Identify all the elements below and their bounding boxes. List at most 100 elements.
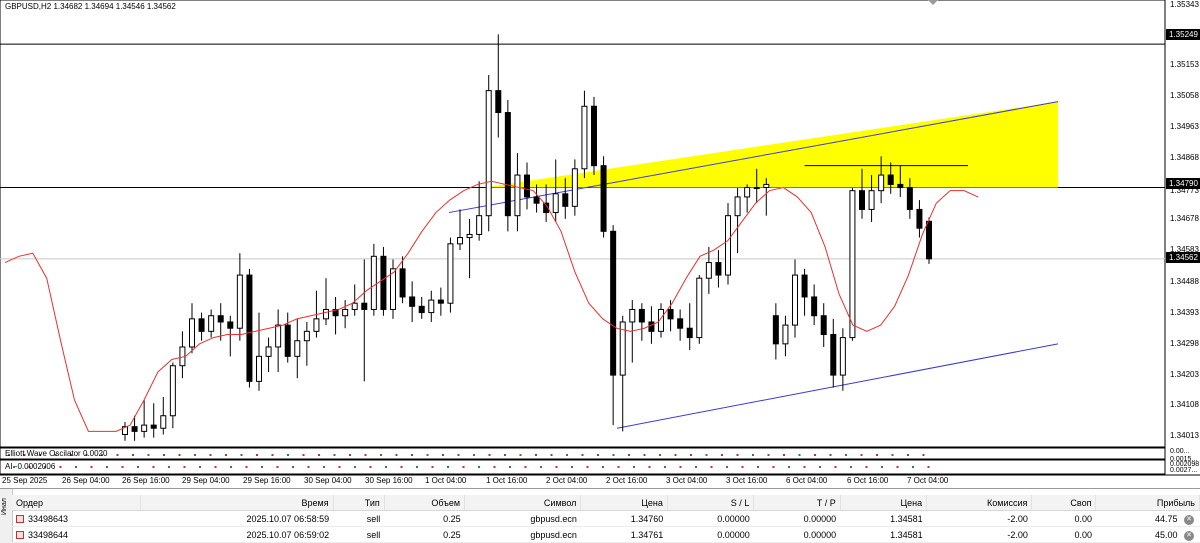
ewo-dot	[798, 454, 801, 456]
col-order[interactable]: Ордер	[12, 495, 141, 511]
ai-dot	[323, 466, 325, 468]
ewo-dot	[240, 454, 243, 456]
candle-body	[351, 302, 358, 310]
ai-dot	[168, 466, 170, 468]
candle-body	[830, 333, 837, 376]
ewo-dot	[907, 454, 909, 456]
candle-body	[323, 308, 329, 320]
candle-body	[256, 355, 262, 382]
candle-body	[294, 340, 301, 357]
candle-body	[677, 318, 684, 329]
ewo-dot	[318, 454, 320, 456]
col-symbol[interactable]: Символ	[464, 495, 582, 511]
order-time: 2025.10.07 06:59:02	[140, 526, 334, 543]
ai-dot	[152, 466, 155, 468]
col-sl[interactable]: S / L	[667, 495, 755, 511]
time-tick: 26 Sep 04:00	[62, 476, 110, 485]
col-swap[interactable]: Своп	[1031, 495, 1097, 511]
candle-body	[504, 112, 511, 217]
order-current-price: 1.34581	[840, 526, 927, 543]
candle-body	[772, 315, 779, 345]
ai-dot	[199, 466, 201, 468]
candle-body	[887, 174, 894, 185]
ewo-dot	[395, 454, 398, 456]
candle-body	[916, 208, 923, 229]
ewo-dot	[504, 454, 506, 456]
chart-area[interactable]: GBPUSD,H2 1.34682 1.34694 1.34546 1.3456…	[0, 0, 1200, 488]
ewo-dot	[581, 454, 584, 456]
candle-body	[715, 262, 722, 276]
col-commission[interactable]: Комиссия	[926, 495, 1033, 511]
toolbox-side-label: Инал	[1, 498, 8, 515]
col-tp[interactable]: T / P	[753, 495, 841, 511]
ewo-dot	[333, 454, 336, 456]
candle-body	[342, 308, 349, 317]
candle-body	[734, 196, 741, 217]
ai-dot	[121, 466, 124, 468]
ewo-dot	[302, 454, 305, 456]
ai-dot	[524, 466, 527, 468]
ewo-dot	[194, 454, 196, 456]
ai-dot	[416, 466, 418, 468]
close-order-icon[interactable]: ✕	[1184, 515, 1194, 525]
close-order-icon[interactable]: ✕	[1184, 531, 1194, 541]
order-commission: -2.00	[926, 526, 1032, 543]
price-tick: 1.34868	[1170, 153, 1199, 162]
ewo-dot	[721, 454, 723, 456]
candle-body	[705, 262, 712, 279]
ewo-dot	[597, 454, 599, 456]
order-type: sell	[333, 510, 385, 527]
ewo-dot	[163, 454, 165, 456]
ewo-dot	[767, 454, 770, 456]
col-volume[interactable]: Объем	[384, 495, 466, 511]
order-tp: 0.00000	[753, 526, 841, 543]
col-profit[interactable]: Прибыль	[1095, 495, 1200, 511]
order-commission: -2.00	[926, 510, 1032, 527]
candle-body	[284, 324, 291, 357]
candle-body	[792, 274, 798, 326]
terminal-toolbox: Инал Ордер Время Тип Объем Символ Цена S…	[0, 488, 1200, 543]
ewo-dot	[690, 454, 692, 456]
ewo-scale-top: 0.00...	[1170, 448, 1190, 455]
ai-dot	[59, 466, 62, 468]
col-current-price[interactable]: Цена	[840, 495, 928, 511]
ai-dot	[90, 466, 93, 468]
ewo-dot	[380, 454, 382, 456]
ai-dot	[307, 466, 310, 468]
candle-body	[926, 220, 932, 260]
price-tick: 1.35058	[1170, 91, 1199, 100]
candle-body	[390, 268, 396, 310]
ewo-dot	[612, 454, 615, 456]
order-volume: 0.25	[384, 510, 465, 527]
ewo-dot	[209, 454, 212, 456]
candle-body	[524, 174, 530, 198]
sell-order-icon	[16, 515, 24, 524]
order-sl: 0.00000	[667, 526, 754, 543]
table-row[interactable]: 33498643 2025.10.07 06:58:59 sell 0.25 g…	[12, 510, 1200, 527]
ewo-dot	[628, 454, 630, 456]
candle-body	[878, 174, 885, 192]
ai-subwindow	[0, 459, 1166, 475]
ewo-dot	[783, 454, 785, 456]
candle-body	[485, 90, 492, 217]
ai-dot	[137, 466, 139, 468]
price-tick: 1.35153	[1170, 60, 1199, 69]
ewo-dot	[473, 454, 475, 456]
candle-body	[562, 193, 569, 207]
candle-body	[533, 196, 540, 204]
table-row[interactable]: 33498644 2025.10.07 06:59:02 sell 0.25 g…	[12, 526, 1200, 543]
ai-dot	[555, 466, 558, 468]
candle-body	[476, 215, 483, 235]
ai-dot	[834, 466, 837, 468]
col-time[interactable]: Время	[140, 495, 334, 511]
candle-body	[236, 274, 243, 329]
candle-body	[859, 190, 865, 210]
ewo-dot	[519, 454, 522, 456]
col-open-price[interactable]: Цена	[580, 495, 668, 511]
ai-scale-bottom: 0.0027...	[1170, 467, 1198, 474]
ai-dot	[679, 466, 682, 468]
candle-body	[571, 168, 578, 207]
price-chart[interactable]	[0, 0, 1200, 488]
order-sl: 0.00000	[667, 510, 754, 527]
col-type[interactable]: Тип	[333, 495, 385, 511]
